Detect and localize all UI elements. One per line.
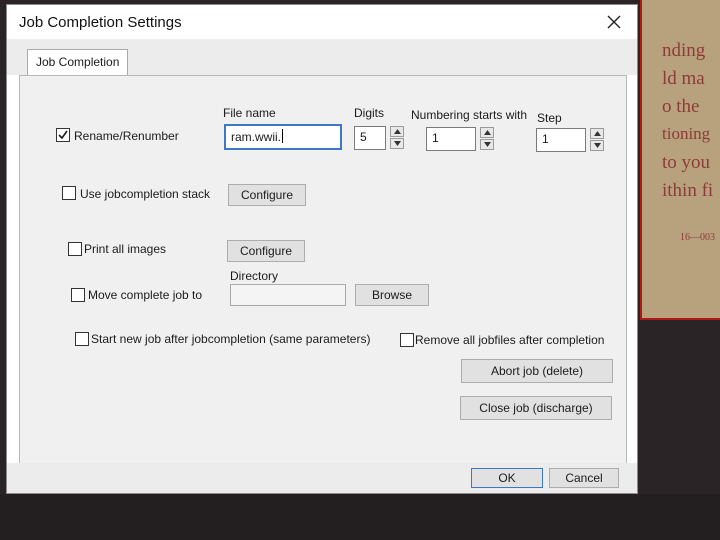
step-label: Step xyxy=(537,111,562,125)
print-configure-button[interactable]: Configure xyxy=(227,240,305,262)
close-icon xyxy=(607,15,621,29)
stack-configure-button[interactable]: Configure xyxy=(228,184,306,206)
digits-label: Digits xyxy=(354,106,385,120)
rename-label: Rename/Renumber xyxy=(74,129,179,143)
ok-button[interactable]: OK xyxy=(471,468,543,488)
background-text: 16—003 xyxy=(680,232,715,243)
start-input[interactable]: 1 xyxy=(426,127,476,151)
check-icon xyxy=(58,130,68,140)
start-label: Numbering starts with xyxy=(411,108,528,122)
file-name-input[interactable]: ram.wwii. xyxy=(224,124,342,150)
background-line xyxy=(640,318,720,320)
dialog-title: Job Completion Settings xyxy=(19,14,182,31)
arrow-down-icon xyxy=(394,141,401,146)
step-spinner[interactable] xyxy=(590,128,604,152)
new-job-label: Start new job after jobcompletion (same … xyxy=(91,332,371,346)
background-text: ithin fi xyxy=(662,180,714,201)
print-checkbox[interactable] xyxy=(68,242,82,256)
background-text: tioning xyxy=(662,124,711,143)
background-text: ld ma xyxy=(662,68,705,89)
spin-up-button[interactable] xyxy=(590,128,604,139)
background-desk xyxy=(0,494,720,540)
dialog-window: Job Completion Settings Job Completion R… xyxy=(6,4,638,494)
dialog-footer: OK Cancel xyxy=(7,463,637,493)
rename-checkbox[interactable] xyxy=(56,128,70,142)
job-completion-panel: Rename/Renumber File name ram.wwii. Digi… xyxy=(19,75,627,465)
digits-input[interactable]: 5 xyxy=(354,126,386,150)
close-button[interactable] xyxy=(601,9,627,35)
title-bar: Job Completion Settings xyxy=(7,5,637,39)
directory-input[interactable] xyxy=(230,284,346,306)
remove-jobfiles-checkbox[interactable] xyxy=(400,333,414,347)
close-job-button[interactable]: Close job (discharge) xyxy=(460,396,612,420)
spin-down-button[interactable] xyxy=(390,138,404,149)
arrow-up-icon xyxy=(394,129,401,134)
directory-label: Directory xyxy=(230,269,279,283)
stack-checkbox[interactable] xyxy=(62,186,76,200)
background-paper: nding ld ma o the tioning to you ithin f… xyxy=(640,0,720,320)
tab-strip: Job Completion xyxy=(7,39,637,75)
stack-label: Use jobcompletion stack xyxy=(80,187,211,201)
tab-job-completion[interactable]: Job Completion xyxy=(27,49,129,75)
background-text: to you xyxy=(662,152,711,173)
spin-up-button[interactable] xyxy=(390,126,404,137)
background-text: nding xyxy=(662,40,706,61)
spin-up-button[interactable] xyxy=(480,127,494,138)
start-spinner[interactable] xyxy=(480,127,494,151)
print-label: Print all images xyxy=(84,242,167,256)
abort-job-button[interactable]: Abort job (delete) xyxy=(461,359,613,383)
browse-button[interactable]: Browse xyxy=(355,284,429,306)
spin-down-button[interactable] xyxy=(590,140,604,151)
background-line xyxy=(640,0,642,320)
spin-down-button[interactable] xyxy=(480,139,494,150)
arrow-up-icon xyxy=(484,130,491,135)
cancel-button[interactable]: Cancel xyxy=(549,468,619,488)
arrow-down-icon xyxy=(594,143,601,148)
digits-spinner[interactable] xyxy=(390,126,404,150)
arrow-up-icon xyxy=(594,131,601,136)
step-input[interactable]: 1 xyxy=(536,128,586,152)
remove-jobfiles-label: Remove all jobfiles after completion xyxy=(415,333,605,347)
new-job-checkbox[interactable] xyxy=(75,332,89,346)
move-checkbox[interactable] xyxy=(71,288,85,302)
background-text: o the xyxy=(662,96,700,117)
move-label: Move complete job to xyxy=(88,288,203,302)
arrow-down-icon xyxy=(484,142,491,147)
file-name-label: File name xyxy=(223,106,276,120)
